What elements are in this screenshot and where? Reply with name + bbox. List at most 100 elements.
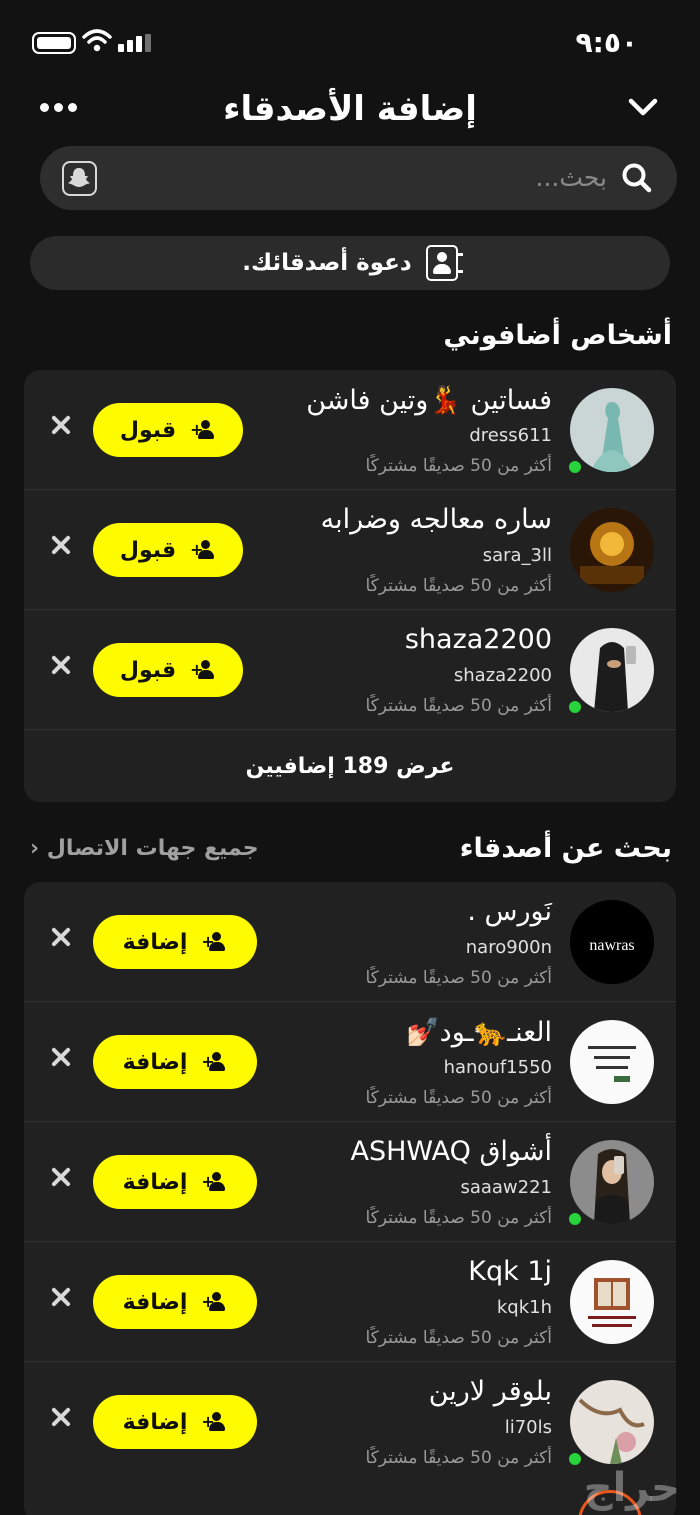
mutual-friends: أكثر من 50 صديقًا مشتركًا (365, 456, 552, 476)
watermark: حراج (583, 1465, 680, 1511)
list-item[interactable]: Kqk 1j kqk1h أكثر من 50 صديقًا مشتركًا +… (24, 1242, 676, 1362)
show-more-button[interactable]: عرض 189 إضافيين (24, 730, 676, 802)
close-icon[interactable] (50, 1406, 72, 1428)
status-time: ٩:٥٠ (575, 26, 638, 59)
add-label: إضافة (122, 929, 188, 955)
chevron-left-icon: ‹ (30, 836, 40, 861)
add-label: إضافة (122, 1289, 188, 1315)
add-label: إضافة (122, 1409, 188, 1435)
add-friend-icon: + (190, 660, 216, 680)
display-name: أشواق ASHWAQ (350, 1136, 553, 1167)
avatar[interactable] (570, 1020, 654, 1104)
accept-button[interactable]: + قبول (93, 643, 243, 697)
display-name: Kqk 1j (468, 1256, 552, 1287)
mutual-friends: أكثر من 50 صديقًا مشتركًا (365, 1208, 552, 1228)
add-friend-icon: + (201, 1292, 227, 1312)
display-name: بلوقر لارين (428, 1376, 552, 1407)
add-button[interactable]: + إضافة (93, 1395, 257, 1449)
avatar[interactable] (570, 1140, 654, 1224)
avatar[interactable] (570, 1260, 654, 1344)
add-button[interactable]: + إضافة (93, 1155, 257, 1209)
accept-label: قبول (119, 417, 177, 443)
mutual-friends: أكثر من 50 صديقًا مشتركًا (365, 1088, 552, 1108)
list-item[interactable]: shaza2200 shaza2200 أكثر من 50 صديقًا مش… (24, 610, 676, 730)
mutual-friends: أكثر من 50 صديقًا مشتركًا (365, 1328, 552, 1348)
add-label: إضافة (122, 1049, 188, 1075)
list-item[interactable]: فساتين 💃وتين فاشن dress611 أكثر من 50 صد… (24, 370, 676, 490)
signal-icon (118, 34, 151, 52)
accept-label: قبول (119, 657, 177, 683)
avatar[interactable] (570, 388, 654, 472)
find-friends-heading: بحث عن أصدقاء (459, 833, 672, 864)
add-friend-icon: + (190, 420, 216, 440)
close-icon[interactable] (50, 1046, 72, 1068)
invite-label: دعوة أصدقائك. (242, 250, 412, 276)
username: naro900n (465, 937, 552, 958)
online-indicator (567, 1211, 583, 1227)
battery-icon (32, 32, 76, 54)
search-icon (622, 163, 652, 193)
online-indicator (567, 1451, 583, 1467)
added-me-card: فساتين 💃وتين فاشن dress611 أكثر من 50 صد… (24, 370, 676, 802)
avatar[interactable] (570, 1380, 654, 1464)
online-indicator (567, 459, 583, 475)
accept-button[interactable]: + قبول (93, 403, 243, 457)
add-friend-icon: + (201, 1172, 227, 1192)
snapcode-icon[interactable] (62, 161, 97, 196)
accept-button[interactable]: + قبول (93, 523, 243, 577)
avatar-logo-text: nawras (589, 937, 634, 954)
close-icon[interactable] (50, 414, 72, 436)
add-button[interactable]: + إضافة (93, 1035, 257, 1089)
add-friend-icon: + (201, 1412, 227, 1432)
list-item[interactable]: أشواق ASHWAQ saaaw221 أكثر من 50 صديقًا … (24, 1122, 676, 1242)
add-friend-icon: + (190, 540, 216, 560)
display-name: ساره معالجه وضرابه (320, 504, 552, 535)
close-icon[interactable] (50, 926, 72, 948)
find-friends-card: nawras نَورس . naro900n أكثر من 50 صديقً… (24, 882, 676, 1515)
list-item[interactable]: بلوقر لارين li70ls أكثر من 50 صديقًا مشت… (24, 1362, 676, 1482)
username: li70ls (504, 1417, 552, 1438)
list-item[interactable]: nawras نَورس . naro900n أكثر من 50 صديقً… (24, 882, 676, 1002)
add-button[interactable]: + إضافة (93, 915, 257, 969)
search-placeholder: بحث... (535, 163, 607, 192)
accept-label: قبول (119, 537, 177, 563)
mutual-friends: أكثر من 50 صديقًا مشتركًا (365, 968, 552, 988)
add-friend-icon: + (201, 1052, 227, 1072)
added-me-heading: أشخاص أضافوني (443, 320, 672, 351)
username: hanouf1550 (443, 1057, 552, 1078)
username: saaaw221 (460, 1177, 552, 1198)
close-icon[interactable] (50, 534, 72, 556)
mutual-friends: أكثر من 50 صديقًا مشتركًا (365, 1448, 552, 1468)
add-button[interactable]: + إضافة (93, 1275, 257, 1329)
header: إضافة الأصدقاء (0, 85, 700, 135)
close-icon[interactable] (50, 1166, 72, 1188)
username: sara_3ll (482, 545, 552, 566)
all-contacts-link[interactable]: جميع جهات الاتصال ‹ (30, 836, 259, 861)
username: dress611 (469, 425, 552, 446)
chevron-down-icon[interactable] (628, 97, 658, 117)
display-name: فساتين 💃وتين فاشن (306, 385, 552, 416)
display-name: نَورس . (467, 896, 552, 927)
page-title: إضافة الأصدقاء (223, 89, 477, 129)
username: shaza2200 (453, 665, 552, 686)
display-name: shaza2200 (404, 624, 552, 655)
search-input[interactable]: بحث... (40, 146, 677, 210)
contacts-icon (425, 245, 463, 281)
list-item[interactable]: العنـ🐆ـود💅🏻 hanouf1550 أكثر من 50 صديقًا… (24, 1002, 676, 1122)
online-indicator (567, 699, 583, 715)
mutual-friends: أكثر من 50 صديقًا مشتركًا (365, 576, 552, 596)
display-name: العنـ🐆ـود💅🏻 (406, 1017, 552, 1048)
invite-friends-button[interactable]: دعوة أصدقائك. (30, 236, 670, 290)
list-item[interactable]: ساره معالجه وضرابه sara_3ll أكثر من 50 ص… (24, 490, 676, 610)
add-friend-icon: + (201, 932, 227, 952)
all-contacts-label: جميع جهات الاتصال (46, 836, 259, 861)
status-bar: ٩:٥٠ (0, 0, 700, 85)
avatar[interactable]: nawras (570, 900, 654, 984)
avatar[interactable] (570, 628, 654, 712)
mutual-friends: أكثر من 50 صديقًا مشتركًا (365, 696, 552, 716)
add-label: إضافة (122, 1169, 188, 1195)
close-icon[interactable] (50, 654, 72, 676)
wifi-icon (82, 29, 112, 52)
close-icon[interactable] (50, 1286, 72, 1308)
avatar[interactable] (570, 508, 654, 592)
